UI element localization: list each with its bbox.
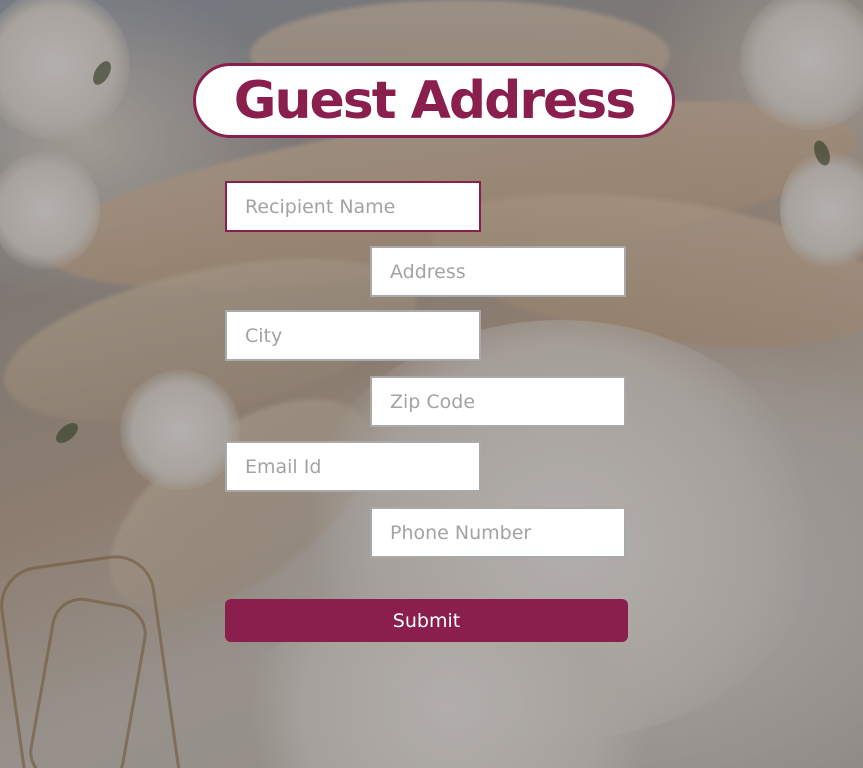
email-field[interactable] (225, 441, 481, 492)
submit-button[interactable]: Submit (225, 599, 628, 642)
form-title-banner: Guest Address (193, 63, 675, 138)
phone-number-field[interactable] (370, 507, 626, 558)
recipient-name-field[interactable] (225, 181, 481, 232)
city-field[interactable] (225, 310, 481, 361)
address-field[interactable] (370, 246, 626, 297)
zip-code-field[interactable] (370, 376, 626, 427)
form-title: Guest Address (233, 70, 636, 131)
